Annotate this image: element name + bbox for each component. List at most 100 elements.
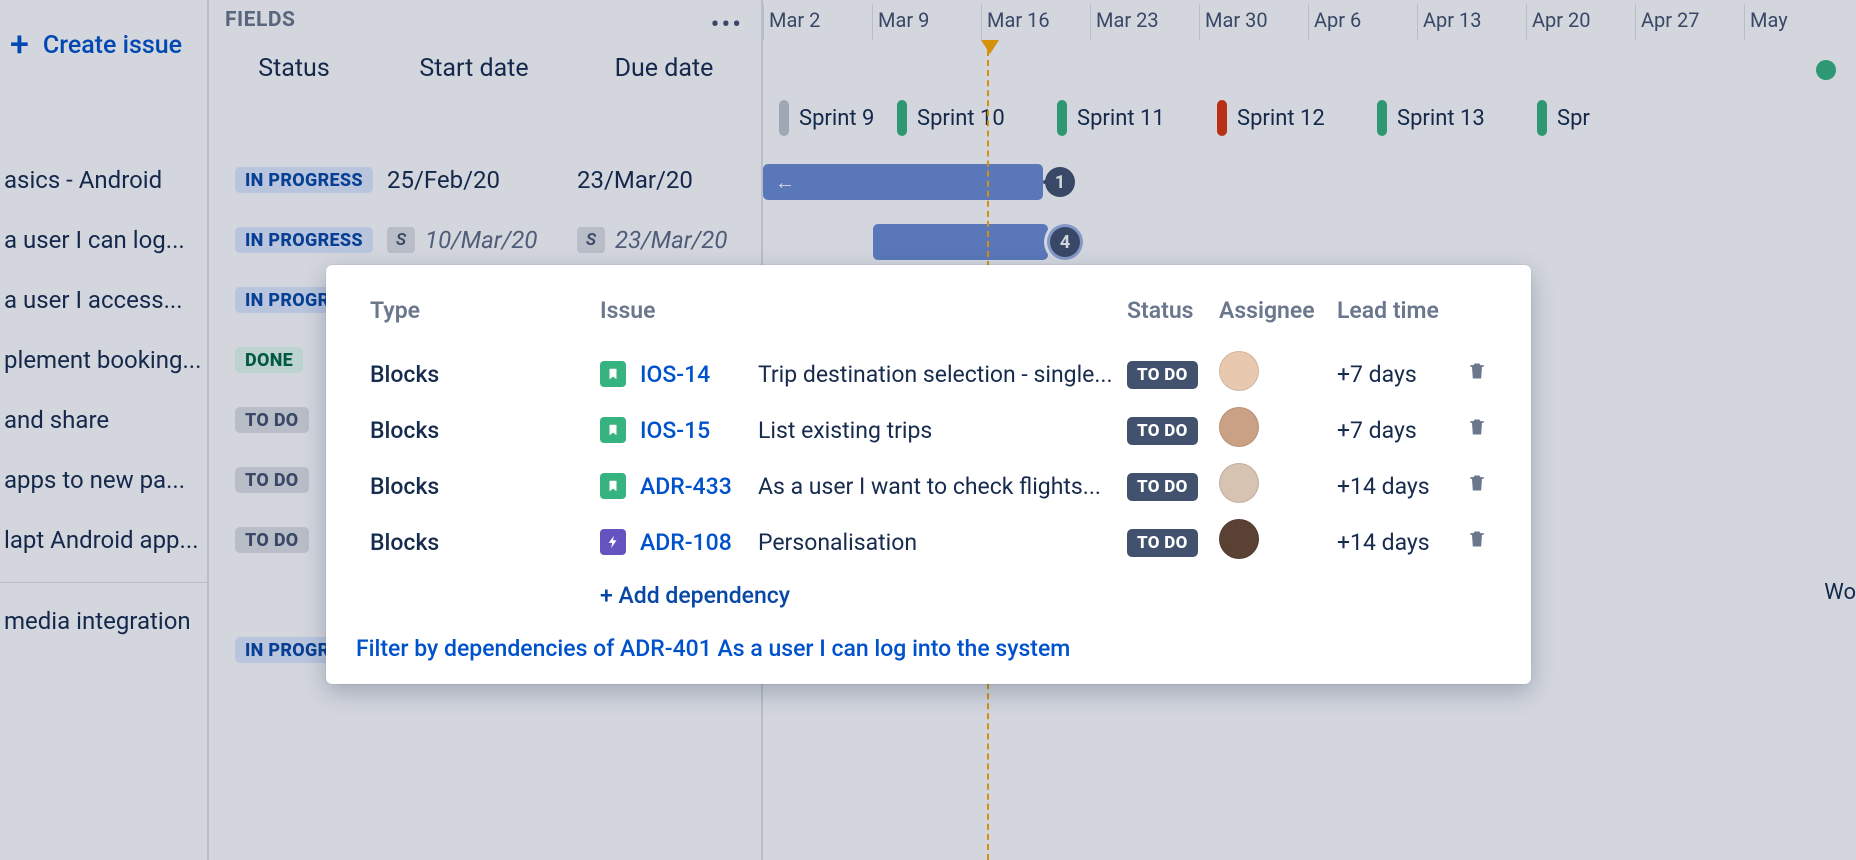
status-badge[interactable]: IN PROGRESS <box>235 227 373 253</box>
timeline-date[interactable]: Mar 2 <box>763 0 872 100</box>
lead-time-value: +14 days <box>1337 473 1467 500</box>
sprint-marker[interactable]: Sprint 11 <box>1041 100 1201 136</box>
dependency-type[interactable]: Blocks <box>370 529 600 556</box>
sprint-status-icon <box>1057 100 1067 136</box>
timeline-date[interactable]: Mar 23 <box>1090 0 1199 100</box>
delete-dependency-button[interactable] <box>1467 472 1487 500</box>
status-badge[interactable]: TO DO <box>235 527 309 553</box>
col-status[interactable]: Status <box>209 54 379 83</box>
delete-dependency-button[interactable] <box>1467 528 1487 556</box>
col-start-date[interactable]: Start date <box>379 54 569 83</box>
issue-row[interactable]: media integration <box>0 582 209 650</box>
dependency-row: Blocks IOS-14 Trip destination selection -… <box>370 346 1487 402</box>
col-lead-time: Lead time <box>1337 297 1487 324</box>
dependency-count-badge[interactable]: 4 <box>1050 227 1080 257</box>
lead-time-value: +7 days <box>1337 417 1467 444</box>
story-icon <box>600 417 626 443</box>
sprint-label: Spr <box>1557 106 1590 131</box>
timeline-date[interactable]: Apr 13 <box>1417 0 1526 100</box>
timeline-date[interactable]: Apr 6 <box>1308 0 1417 100</box>
sprint-marker[interactable]: Sprint 9 <box>763 100 881 136</box>
timeline-date[interactable]: Mar 9 <box>872 0 981 100</box>
dependency-type[interactable]: Blocks <box>370 361 600 388</box>
filter-by-dependencies-link[interactable]: Filter by dependencies of ADR-401 As a u… <box>356 635 1070 662</box>
sprint-label: Sprint 11 <box>1077 106 1165 131</box>
issue-row[interactable]: a user I access... <box>0 270 209 330</box>
fields-row: IN PROGRESSS10/Mar/20S23/Mar/20 <box>209 210 763 270</box>
delete-dependency-button[interactable] <box>1467 360 1487 388</box>
issue-key-link[interactable]: IOS-14 <box>640 361 744 388</box>
issue-row[interactable]: apps to new pa... <box>0 450 209 510</box>
issue-sidebar: + Create issue asics - Android a user I … <box>0 0 209 860</box>
status-badge[interactable]: TO DO <box>1127 529 1198 557</box>
dependency-row: Blocks ADR-433 As a user I want to check f… <box>370 458 1487 514</box>
assignee-avatar[interactable] <box>1219 351 1259 391</box>
issue-row[interactable]: lapt Android app... <box>0 510 209 570</box>
dependency-row: Blocks IOS-15 List existing trips TO DO +7 d… <box>370 402 1487 458</box>
issue-summary[interactable]: Personalisation <box>758 529 917 556</box>
status-badge[interactable]: TO DO <box>1127 473 1198 501</box>
sprint-marker[interactable]: Sprint 10 <box>881 100 1041 136</box>
timeline-date-header: Mar 2Mar 9Mar 16Mar 23Mar 30Apr 6Apr 13A… <box>763 0 1856 48</box>
assignee-avatar[interactable] <box>1219 519 1259 559</box>
sprint-label: Sprint 12 <box>1237 106 1325 131</box>
create-issue-button[interactable]: + Create issue <box>0 0 207 90</box>
story-icon <box>600 361 626 387</box>
col-due-date[interactable]: Due date <box>569 54 759 83</box>
issue-row[interactable]: and share <box>0 390 209 450</box>
assignee-avatar[interactable] <box>1219 407 1259 447</box>
issue-key-link[interactable]: IOS-15 <box>640 417 744 444</box>
today-marker-icon <box>981 40 999 54</box>
col-assignee: Assignee <box>1219 297 1337 324</box>
due-date-value[interactable]: 23/Mar/20 <box>577 166 693 194</box>
status-badge[interactable]: TO DO <box>235 407 309 433</box>
sprint-status-icon <box>1217 100 1227 136</box>
fields-more-button[interactable]: ••• <box>711 10 743 40</box>
truncated-text: Wo <box>1824 580 1856 605</box>
timeline-date[interactable]: Mar 30 <box>1199 0 1308 100</box>
timeline-date[interactable]: May <box>1744 0 1853 100</box>
gantt-bar[interactable]: 4 <box>873 224 1048 260</box>
status-badge[interactable]: TO DO <box>1127 361 1198 389</box>
gantt-bar[interactable]: ←1 <box>763 164 1043 200</box>
status-badge[interactable]: IN PROGRESS <box>235 167 373 193</box>
timeline-date[interactable]: Apr 27 <box>1635 0 1744 100</box>
sprint-label: Sprint 13 <box>1397 106 1485 131</box>
timeline-date[interactable]: Apr 20 <box>1526 0 1635 100</box>
sprint-status-icon <box>897 100 907 136</box>
sprint-marker[interactable]: Sprint 12 <box>1201 100 1361 136</box>
sprint-status-icon <box>1537 100 1547 136</box>
issue-row[interactable]: plement booking... <box>0 330 209 390</box>
issue-key-link[interactable]: ADR-433 <box>640 473 744 500</box>
dependency-row: Blocks ADR-108 Personalisation TO DO +14 day… <box>370 514 1487 570</box>
due-date-value[interactable]: 23/Mar/20 <box>615 226 727 254</box>
issue-row[interactable]: asics - Android <box>0 150 209 210</box>
status-badge[interactable]: TO DO <box>1127 417 1198 445</box>
status-badge[interactable]: TO DO <box>235 467 309 493</box>
fields-row: IN PROGRESS 25/Feb/20 23/Mar/20 <box>209 150 763 210</box>
epic-icon <box>600 529 626 555</box>
start-date-value[interactable]: 25/Feb/20 <box>387 166 500 194</box>
sprint-marker[interactable]: Spr <box>1521 100 1611 136</box>
issue-summary[interactable]: Trip destination selection - single... <box>758 361 1113 388</box>
status-dot-icon <box>1816 60 1836 80</box>
start-date-value[interactable]: 10/Mar/20 <box>425 226 537 254</box>
dependency-type[interactable]: Blocks <box>370 417 600 444</box>
issue-row[interactable]: a user I can log... <box>0 210 209 270</box>
sprint-marker[interactable]: Sprint 13 <box>1361 100 1521 136</box>
status-badge[interactable]: DONE <box>235 347 303 373</box>
issue-summary[interactable]: As a user I want to check flights... <box>758 473 1101 500</box>
issue-key-link[interactable]: ADR-108 <box>640 529 744 556</box>
issue-summary[interactable]: List existing trips <box>758 417 932 444</box>
assignee-avatar[interactable] <box>1219 463 1259 503</box>
dependencies-popover: Type Issue Status Assignee Lead time Blo… <box>326 265 1531 684</box>
col-status: Status <box>1127 297 1219 324</box>
add-dependency-button[interactable]: + Add dependency <box>600 582 1487 609</box>
sprint-label: Sprint 10 <box>917 106 1005 131</box>
delete-dependency-button[interactable] <box>1467 416 1487 444</box>
lead-time-value: +14 days <box>1337 529 1467 556</box>
lead-time-value: +7 days <box>1337 361 1467 388</box>
sprint-label: Sprint 9 <box>799 106 874 131</box>
dependency-type[interactable]: Blocks <box>370 473 600 500</box>
dependency-count-badge[interactable]: 1 <box>1045 167 1075 197</box>
